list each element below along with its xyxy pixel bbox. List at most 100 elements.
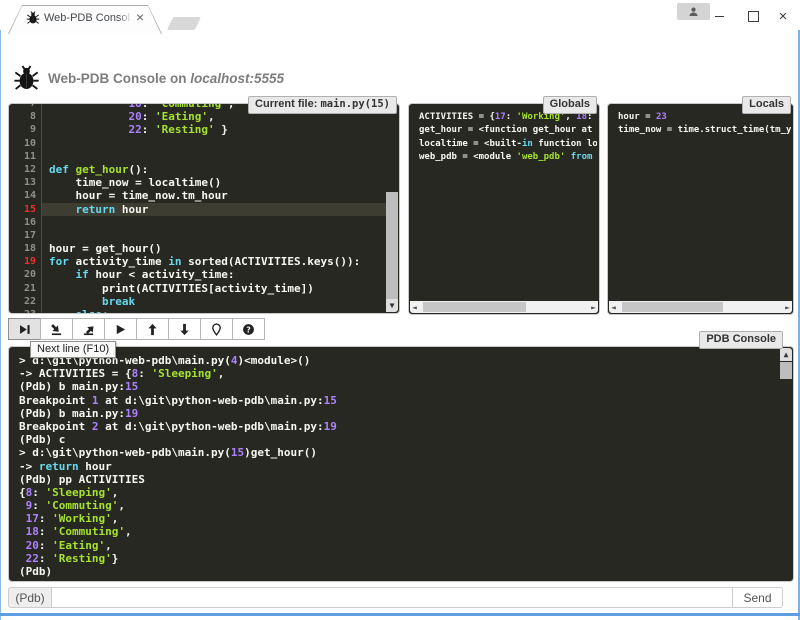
console-line: (Pdb) bbox=[19, 565, 779, 578]
line-number[interactable]: 8 bbox=[9, 110, 41, 123]
line-number[interactable]: 11 bbox=[9, 150, 41, 163]
line-number[interactable]: 9 bbox=[9, 123, 41, 136]
stack-down-button[interactable] bbox=[168, 318, 201, 340]
code-line-content: hour = get_hour() bbox=[41, 242, 386, 255]
code-token bbox=[19, 512, 26, 525]
line-number[interactable]: 12 bbox=[9, 163, 41, 176]
locals-panel[interactable]: hour = 23time_now = time.struct_time(tm_… bbox=[607, 103, 794, 315]
stack-up-button[interactable] bbox=[136, 318, 169, 340]
step-out-button[interactable] bbox=[72, 318, 105, 340]
code-token: (Pdb) pp ACTIVITIES bbox=[19, 473, 145, 486]
code-token: hour = get_hour() bbox=[49, 242, 162, 255]
console-line: (Pdb) c bbox=[19, 433, 779, 446]
code-token bbox=[49, 295, 102, 308]
help-button[interactable]: ? bbox=[232, 318, 265, 340]
current-line-button[interactable] bbox=[200, 318, 233, 340]
globals-panel[interactable]: ACTIVITIES = {17: 'Working', 18: 'Commut… bbox=[408, 103, 600, 315]
code-line-content bbox=[41, 150, 386, 163]
bug-logo-icon bbox=[13, 65, 40, 92]
line-number[interactable]: 10 bbox=[9, 137, 41, 150]
code-token: time_now = localtime() bbox=[49, 176, 221, 189]
scrollbar-down-arrow-icon[interactable]: ▼ bbox=[386, 299, 398, 312]
code-line: 9 22: 'Resting' } bbox=[9, 123, 386, 136]
code-token: : bbox=[142, 103, 155, 110]
code-token: )<module>() bbox=[238, 354, 311, 367]
line-number[interactable]: 22 bbox=[9, 295, 41, 308]
minimize-button[interactable] bbox=[706, 6, 732, 26]
code-editor-scrollbar[interactable]: ▼ bbox=[386, 105, 398, 312]
scrollbar-right-arrow-icon[interactable]: ► bbox=[785, 303, 790, 312]
line-number[interactable]: 7 bbox=[9, 103, 41, 110]
code-line: 10 bbox=[9, 137, 386, 150]
line-number[interactable]: 17 bbox=[9, 229, 41, 242]
globals-scrollbar[interactable]: ◄ ► bbox=[410, 301, 598, 313]
close-button[interactable]: × bbox=[770, 6, 796, 26]
code-token: : bbox=[142, 110, 155, 123]
code-line-content bbox=[41, 137, 386, 150]
console-lines: > d:\git\python-web-pdb\main.py(4)<modul… bbox=[19, 354, 779, 578]
scrollbar-thumb[interactable] bbox=[622, 302, 723, 312]
line-number[interactable]: 16 bbox=[9, 216, 41, 229]
line-number[interactable]: 14 bbox=[9, 189, 41, 202]
code-token: 'Commuting' bbox=[52, 525, 125, 538]
code-token: 'Commuting' bbox=[155, 103, 228, 110]
window-border-left bbox=[0, 30, 1, 620]
scrollbar-left-arrow-icon[interactable]: ◄ bbox=[412, 303, 417, 312]
scrollbar-right-arrow-icon[interactable]: ► bbox=[591, 303, 596, 312]
code-token bbox=[69, 163, 76, 176]
code-token: for bbox=[49, 255, 69, 268]
scrollbar-left-arrow-icon[interactable]: ◄ bbox=[611, 303, 616, 312]
code-token: at d:\git\python-web-pdb\main.py: bbox=[98, 394, 323, 407]
continue-button[interactable] bbox=[104, 318, 137, 340]
scrollbar-thumb[interactable] bbox=[386, 192, 398, 299]
person-icon bbox=[688, 6, 699, 17]
command-input[interactable] bbox=[52, 587, 733, 608]
next-line-button[interactable] bbox=[8, 318, 41, 340]
code-token: 19 bbox=[324, 420, 337, 433]
console-scrollbar[interactable]: ▲ bbox=[780, 348, 792, 580]
line-number[interactable]: 13 bbox=[9, 176, 41, 189]
new-tab-button[interactable] bbox=[167, 17, 201, 30]
code-token: hour < activity_time: bbox=[89, 268, 235, 281]
step-into-button[interactable] bbox=[40, 318, 73, 340]
code-line: 23 else: bbox=[9, 308, 386, 314]
code-token: : bbox=[39, 512, 52, 525]
line-number[interactable]: 18 bbox=[9, 242, 41, 255]
line-number[interactable]: 19 bbox=[9, 255, 41, 268]
line-number[interactable]: 20 bbox=[9, 268, 41, 281]
send-button[interactable]: Send bbox=[733, 587, 783, 608]
code-token: web_pdb = <module bbox=[419, 152, 517, 162]
next-line-icon bbox=[18, 323, 31, 336]
scrollbar-thumb[interactable] bbox=[780, 362, 792, 379]
line-number[interactable]: 23 bbox=[9, 308, 41, 314]
variable-line: localtime = <built-in function localtime… bbox=[419, 138, 597, 151]
code-token: : bbox=[102, 308, 109, 314]
code-token: get_hour = <function get_hour at bbox=[419, 125, 597, 135]
code-token: 23 bbox=[656, 112, 667, 122]
code-token: time_now = time.struct_time(tm_year= bbox=[618, 125, 791, 135]
code-token: 15 bbox=[125, 380, 138, 393]
console-line: > d:\git\python-web-pdb\main.py(4)<modul… bbox=[19, 354, 779, 367]
code-token: get_hour bbox=[76, 163, 129, 176]
code-token: (Pdb) b main.py: bbox=[19, 380, 125, 393]
code-token bbox=[49, 110, 128, 123]
code-token: 17 bbox=[26, 512, 39, 525]
code-token: 19 bbox=[125, 407, 138, 420]
maximize-icon bbox=[748, 11, 759, 22]
scrollbar-up-arrow-icon[interactable]: ▲ bbox=[780, 348, 792, 361]
scrollbar-thumb[interactable] bbox=[423, 302, 526, 312]
code-line-content: else: bbox=[41, 308, 386, 314]
console-line: (Pdb) pp ACTIVITIES bbox=[19, 473, 779, 486]
locals-scrollbar[interactable]: ◄ ► bbox=[609, 301, 792, 313]
code-token: -> ACTIVITIES = { bbox=[19, 367, 132, 380]
code-line-content bbox=[41, 216, 386, 229]
code-token: 22 bbox=[26, 552, 39, 565]
pdb-console-panel[interactable]: > d:\git\python-web-pdb\main.py(4)<modul… bbox=[8, 346, 794, 582]
maximize-button[interactable] bbox=[740, 6, 766, 26]
tab-close-icon[interactable]: × bbox=[136, 9, 144, 25]
code-line: 20 if hour < activity_time: bbox=[9, 268, 386, 281]
code-editor-panel[interactable]: 7 18: 'Commuting',8 20: 'Eating',9 22: '… bbox=[8, 103, 400, 314]
line-number[interactable]: 15 bbox=[9, 203, 41, 216]
code-token: -> bbox=[19, 460, 39, 473]
line-number[interactable]: 21 bbox=[9, 282, 41, 295]
